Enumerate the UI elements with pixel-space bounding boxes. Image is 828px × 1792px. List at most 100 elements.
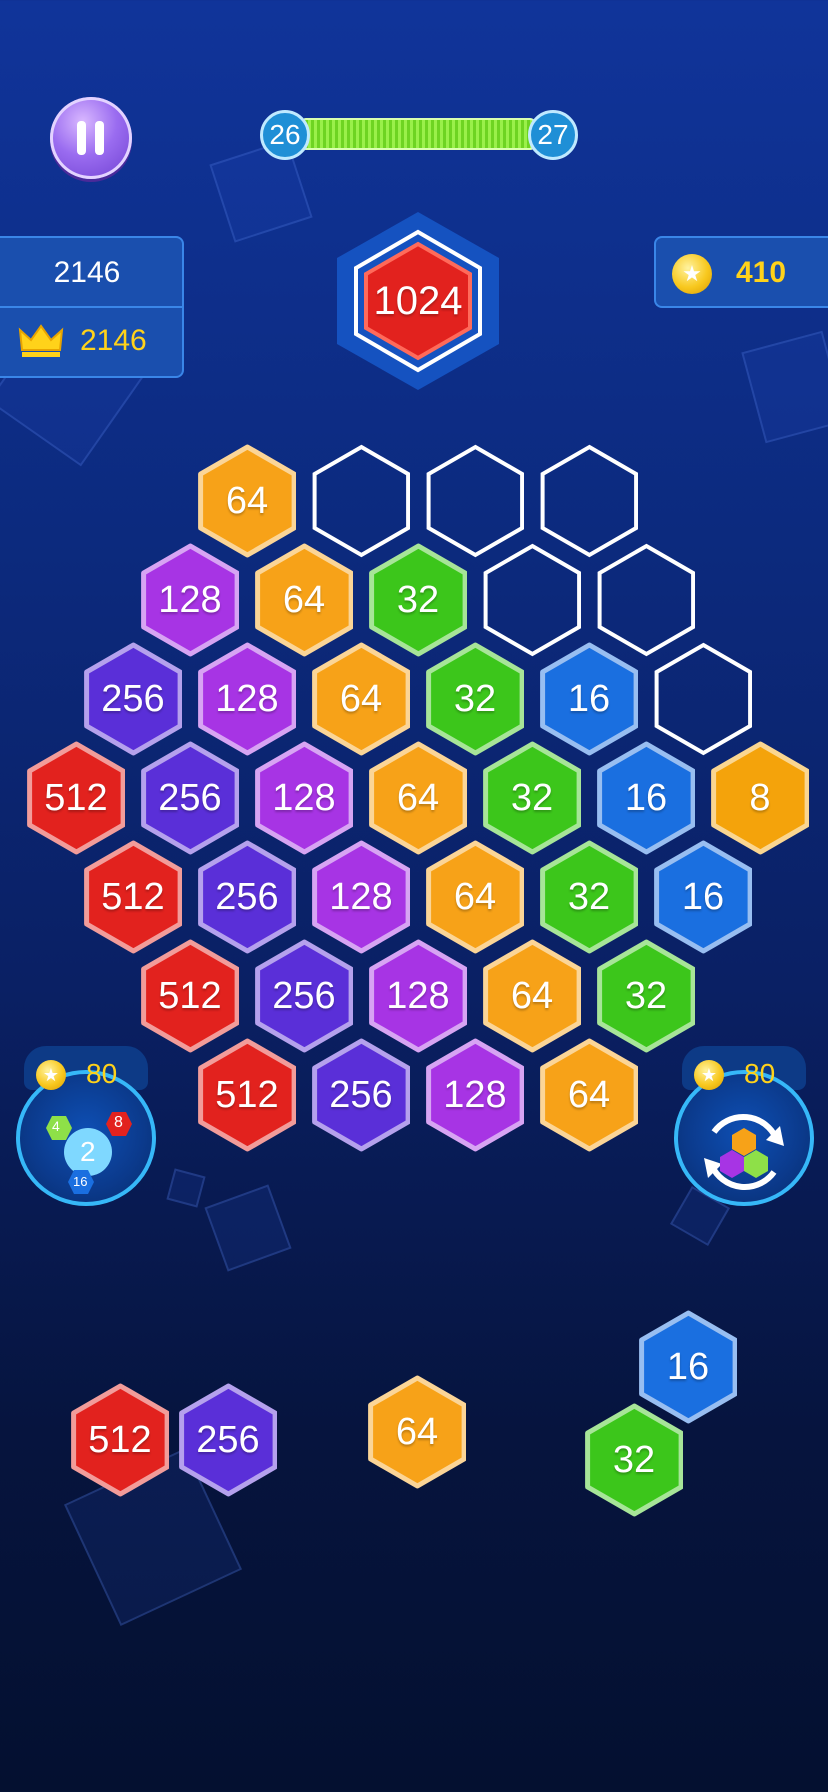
- merge-booster-icon: 4 8 2 16: [40, 1102, 136, 1198]
- next-piece-tile[interactable]: 64: [367, 1375, 467, 1489]
- target-tile: 1024: [334, 210, 502, 392]
- board-tile[interactable]: 128: [311, 840, 411, 954]
- next-piece-tile[interactable]: 512: [70, 1383, 170, 1497]
- tile-value: 512: [215, 1073, 279, 1116]
- board-tile[interactable]: 32: [482, 741, 582, 855]
- board-tile[interactable]: 512: [26, 741, 126, 855]
- mini-tile-8: 8: [114, 1114, 123, 1131]
- tile-value: 128: [272, 776, 336, 819]
- coin-icon: ★: [672, 254, 712, 294]
- board-tile[interactable]: 64: [539, 1038, 639, 1152]
- board-tile[interactable]: 64: [197, 444, 297, 558]
- bg-square-5: [166, 1168, 206, 1208]
- tile-value: 32: [396, 578, 440, 621]
- board-tile[interactable]: 256: [83, 642, 183, 756]
- tile-value: 512: [158, 974, 222, 1017]
- empty-cell[interactable]: [540, 444, 639, 558]
- board-tile[interactable]: 16: [539, 642, 639, 756]
- tile-value: 64: [396, 776, 440, 819]
- empty-cell[interactable]: [597, 543, 696, 657]
- tile-value: 128: [443, 1073, 507, 1116]
- empty-cell[interactable]: [483, 543, 582, 657]
- board-tile[interactable]: 512: [197, 1038, 297, 1152]
- tile-value: 64: [510, 974, 554, 1017]
- board-tile[interactable]: 16: [653, 840, 753, 954]
- shuffle-booster-button[interactable]: ★ 80: [674, 1046, 814, 1206]
- tile-value: 256: [329, 1073, 393, 1116]
- board-tile[interactable]: 32: [539, 840, 639, 954]
- tile-value: 256: [101, 677, 165, 720]
- tile-value: 16: [567, 677, 611, 720]
- mini-tile-16: 16: [73, 1174, 88, 1189]
- board-tile[interactable]: 128: [197, 642, 297, 756]
- board-tile[interactable]: 32: [596, 939, 696, 1053]
- board-tile[interactable]: 256: [197, 840, 297, 954]
- tile-value: 512: [101, 875, 165, 918]
- board-tile[interactable]: 16: [596, 741, 696, 855]
- board-tile[interactable]: 256: [140, 741, 240, 855]
- empty-cell[interactable]: [654, 642, 753, 756]
- pause-button[interactable]: [50, 97, 132, 179]
- board-tile[interactable]: 256: [311, 1038, 411, 1152]
- tile-value: 256: [196, 1418, 260, 1461]
- tile-value: 64: [225, 479, 269, 522]
- pause-icon-bar-right: [95, 121, 104, 155]
- board-tile[interactable]: 128: [254, 741, 354, 855]
- next-level-badge: 27: [528, 110, 578, 160]
- board-tile[interactable]: 256: [254, 939, 354, 1053]
- bg-square-4: [204, 1184, 292, 1272]
- board-tile[interactable]: 32: [425, 642, 525, 756]
- merge-booster-button[interactable]: ★ 80 4 8 2 16: [16, 1046, 156, 1206]
- tile-value: 32: [567, 875, 611, 918]
- tile-value: 64: [395, 1410, 439, 1453]
- tile-value: 16: [681, 875, 725, 918]
- current-level: 26: [269, 119, 301, 150]
- best-score: 2146: [80, 324, 147, 357]
- score-panel: 2146 2146: [0, 236, 184, 378]
- merge-booster-cost: 80: [86, 1058, 118, 1089]
- tile-value: 64: [339, 677, 383, 720]
- current-score: 2146: [53, 256, 121, 289]
- board-tile[interactable]: 64: [482, 939, 582, 1053]
- tile-value: 64: [453, 875, 497, 918]
- tile-value: 128: [386, 974, 450, 1017]
- booster-coin-icon: ★: [694, 1060, 724, 1090]
- tile-value: 128: [329, 875, 393, 918]
- tile-value: 256: [215, 875, 279, 918]
- board-tile[interactable]: 64: [425, 840, 525, 954]
- shuffle-booster-cost: 80: [744, 1058, 776, 1089]
- level-progress-bar: [300, 118, 536, 150]
- current-level-badge: 26: [260, 110, 310, 160]
- coin-count: 410: [736, 256, 787, 289]
- board-tile[interactable]: 128: [425, 1038, 525, 1152]
- board-tile[interactable]: 8: [710, 741, 810, 855]
- next-level: 27: [537, 119, 569, 150]
- tile-value: 32: [612, 1438, 656, 1481]
- tile-value: 32: [624, 974, 668, 1017]
- tile-value: 8: [749, 776, 771, 819]
- board-tile[interactable]: 64: [368, 741, 468, 855]
- mini-tile-4: 4: [52, 1118, 60, 1134]
- board-tile[interactable]: 128: [140, 543, 240, 657]
- board-tile[interactable]: 64: [311, 642, 411, 756]
- tile-value: 16: [624, 776, 668, 819]
- board-tile[interactable]: 32: [368, 543, 468, 657]
- mini-tile-2: 2: [80, 1136, 96, 1167]
- empty-cell[interactable]: [312, 444, 411, 558]
- board-tile[interactable]: 128: [368, 939, 468, 1053]
- tile-value: 32: [510, 776, 554, 819]
- tile-value: 256: [158, 776, 222, 819]
- board-tile[interactable]: 64: [254, 543, 354, 657]
- target-value: 1024: [373, 278, 463, 323]
- tile-value: 64: [567, 1073, 611, 1116]
- tile-value: 128: [158, 578, 222, 621]
- board-tile[interactable]: 512: [83, 840, 183, 954]
- empty-cell[interactable]: [426, 444, 525, 558]
- next-piece-tile[interactable]: 256: [178, 1383, 278, 1497]
- coin-panel: ★ 410: [654, 236, 828, 308]
- tile-value: 16: [666, 1345, 710, 1388]
- pause-icon-bar-left: [77, 121, 86, 155]
- tile-value: 512: [88, 1418, 152, 1461]
- board-tile[interactable]: 512: [140, 939, 240, 1053]
- next-piece-tile[interactable]: 32: [584, 1403, 684, 1517]
